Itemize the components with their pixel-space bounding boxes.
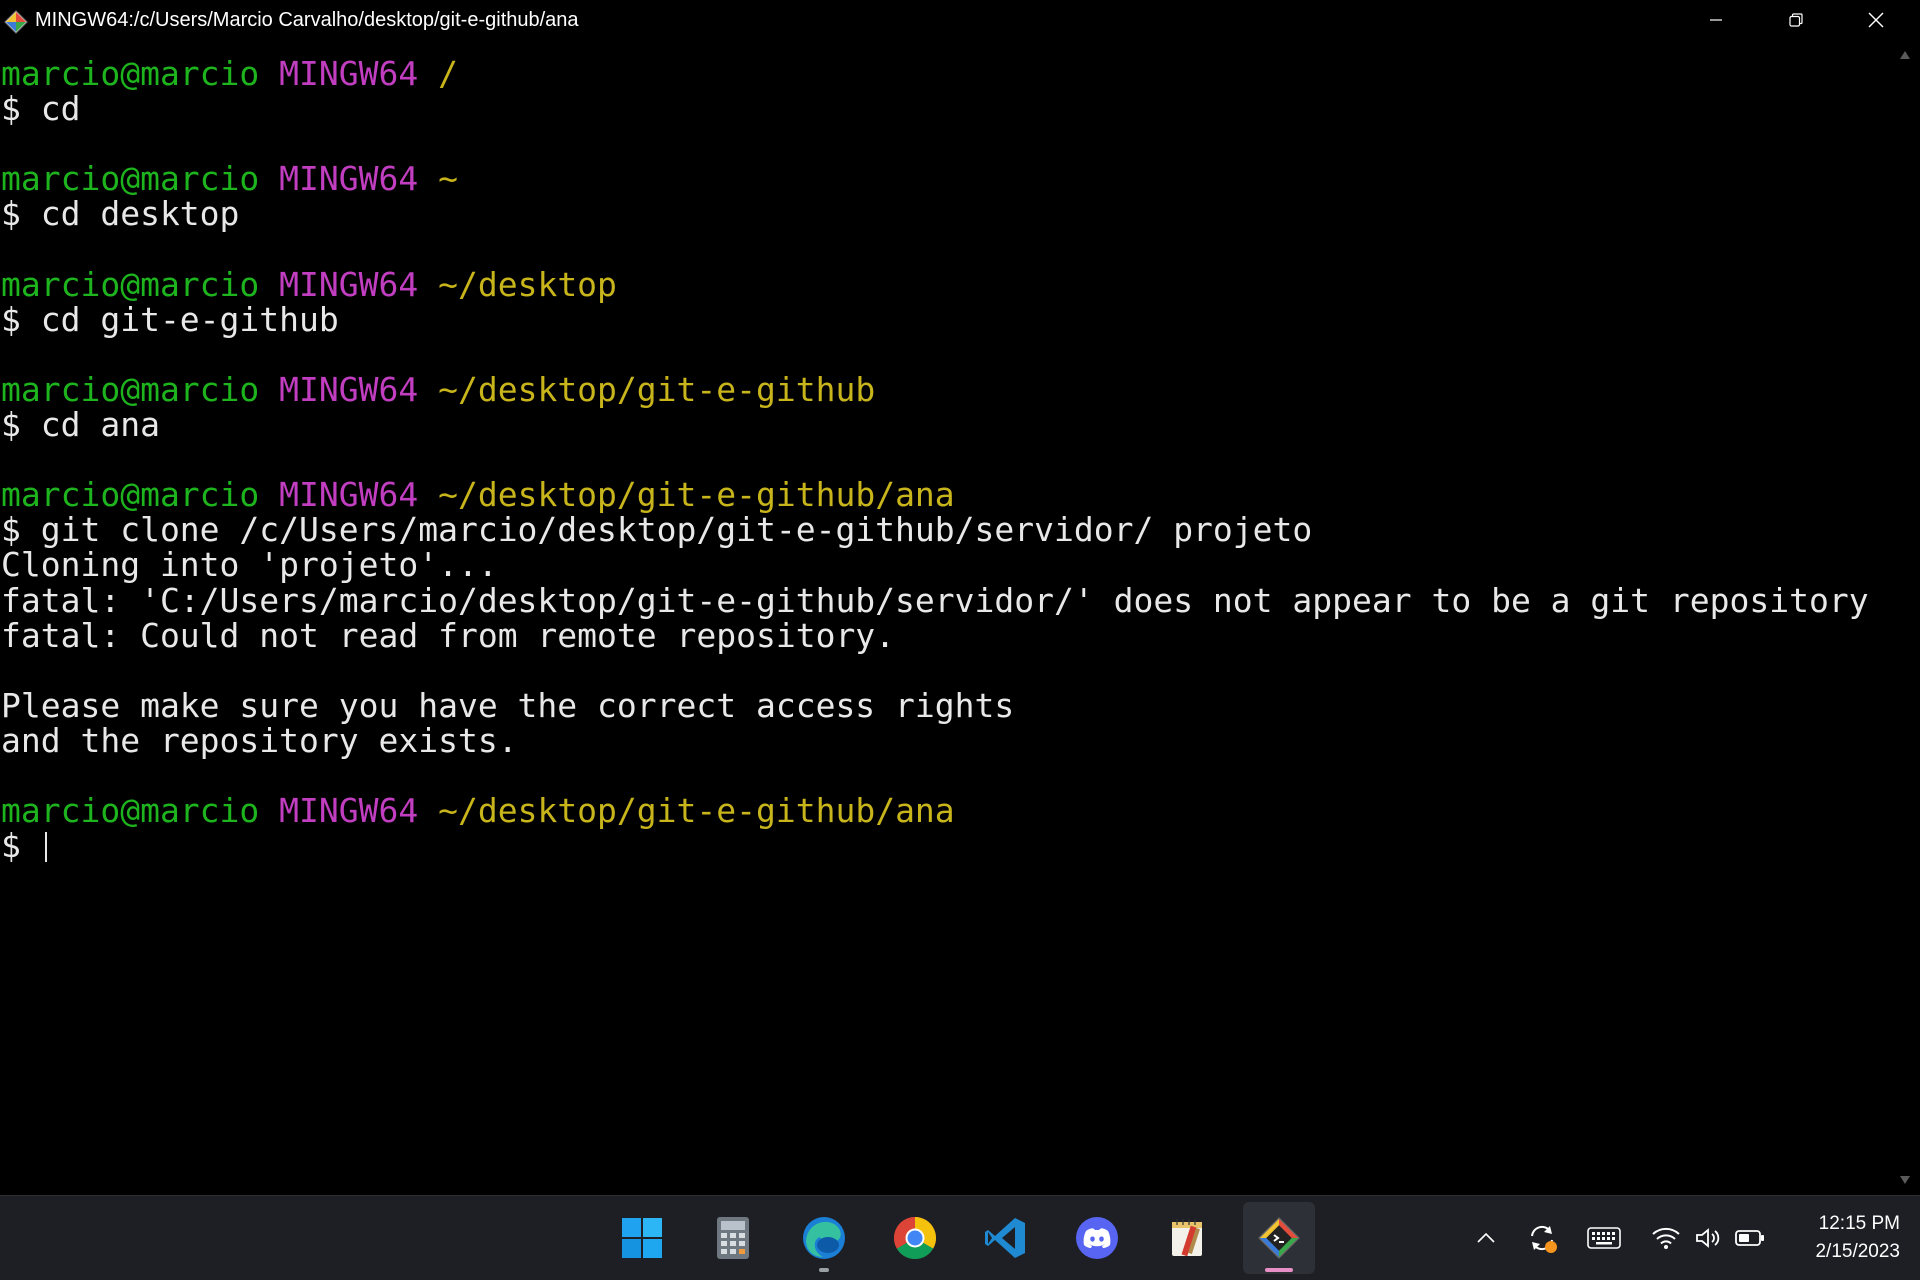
sync-icon [1531,1225,1557,1253]
output-line: Please make sure you have the correct ac… [1,688,1014,723]
prompt-host: MINGW64 [279,791,419,831]
line-text: $ cd ana [1,405,160,444]
prompt-user: marcio@marcio [1,369,260,409]
edge-app[interactable] [788,1202,860,1274]
restore-button[interactable] [1756,0,1836,40]
line-text: $ cd desktop [1,194,240,234]
taskbar: 12:15 PM 2/15/2023 [0,1195,1920,1280]
vscode-app[interactable] [970,1202,1042,1274]
prompt-path: ~/desktop/git-e-github/ana [438,791,955,831]
prompt-line: marcio@marcio MINGW64 ~ [1,161,458,196]
clock[interactable]: 12:15 PM 2/15/2023 [1780,1210,1900,1266]
windows-start-icon [622,1218,662,1258]
line-text: and the repository exists. [1,720,518,760]
output-line: $ cd desktop [1,196,239,231]
prompt-user: marcio@marcio [1,54,260,93]
prompt-line: marcio@marcio MINGW64 ~/desktop/git-e-gi… [1,477,955,512]
line-text: $ cd [1,89,81,129]
terminal-output[interactable]: marcio@marcio MINGW64 /$ cd marcio@marcio… [0,40,1890,1195]
edge-icon [803,1217,845,1259]
git-bash-app[interactable] [1243,1202,1315,1274]
discord-icon [1076,1217,1118,1259]
prompt-host: MINGW64 [279,475,419,515]
line-text: Cloning into 'projeto'... [1,545,498,585]
minimize-icon [1710,19,1722,21]
volume-tray-button[interactable] [1686,1216,1730,1260]
prompt-path: / [438,54,458,93]
wifi-icon [1652,1227,1680,1249]
battery-tray-button[interactable] [1728,1216,1772,1260]
prompt-path: ~/desktop [438,264,617,304]
scrollbar[interactable] [1890,40,1920,1195]
output-line: fatal: Could not read from remote reposi… [1,618,895,653]
prompt-line: marcio@marcio MINGW64 / [1,56,458,91]
minimize-button[interactable] [1676,0,1756,40]
chrome-icon [893,1217,937,1260]
prompt-host: MINGW64 [279,264,419,304]
output-line: Cloning into 'projeto'... [1,547,498,582]
prompt-path: ~ [438,159,458,199]
chrome-app[interactable] [879,1202,951,1274]
vscode-icon [985,1218,1025,1258]
command-input-line: $ [1,828,47,863]
clock-date: 2/15/2023 [1815,1241,1900,1262]
line-text: $ git clone /c/Users/marcio/desktop/git-… [1,510,1313,550]
output-line: and the repository exists. [1,723,518,758]
chevron-up-icon [1477,1232,1495,1243]
prompt-host: MINGW64 [279,54,419,93]
notes-app[interactable] [1152,1202,1224,1274]
running-indicator [819,1268,829,1272]
scroll-up-icon[interactable] [1899,50,1911,60]
restore-icon [1789,13,1803,27]
show-hidden-icons-button[interactable] [1464,1216,1508,1260]
battery-icon [1735,1230,1764,1246]
active-indicator [1265,1268,1293,1272]
git-bash-icon [3,9,29,35]
output-line: $ cd [1,91,80,126]
prompt-line: marcio@marcio MINGW64 ~/desktop/git-e-gi… [1,372,875,407]
git-bash-icon [1258,1217,1300,1259]
prompt-line: marcio@marcio MINGW64 ~/desktop/git-e-gi… [1,793,955,828]
text-cursor[interactable] [44,832,47,863]
close-icon [1868,12,1884,28]
wifi-tray-button[interactable] [1644,1216,1688,1260]
output-line: $ cd ana [1,407,160,442]
scroll-down-icon[interactable] [1899,1175,1911,1185]
calculator-icon [717,1217,749,1259]
prompt-path: ~/desktop/git-e-github/ana [438,475,955,515]
start-button[interactable] [606,1202,678,1274]
prompt-user: marcio@marcio [1,475,260,515]
output-line: $ cd git-e-github [1,302,339,337]
discord-app[interactable] [1061,1202,1133,1274]
volume-icon [1696,1228,1720,1248]
output-line: $ git clone /c/Users/marcio/desktop/git-… [1,512,1312,547]
prompt-host: MINGW64 [279,369,419,409]
keyboard-tray-button[interactable] [1582,1216,1626,1260]
prompt-path: ~/desktop/git-e-github [438,369,876,409]
prompt-line: marcio@marcio MINGW64 ~/desktop [1,267,617,302]
line-text: fatal: 'C:/Users/marcio/desktop/git-e-gi… [1,580,1869,620]
close-button[interactable] [1836,0,1916,40]
window-title: MINGW64:/c/Users/Marcio Carvalho/desktop… [35,9,579,31]
calculator-app[interactable] [697,1202,769,1274]
clock-time: 12:15 PM [1818,1213,1900,1234]
prompt-host: MINGW64 [279,159,419,199]
line-text: Please make sure you have the correct ac… [1,685,1015,725]
keyboard-icon [1587,1227,1621,1249]
prompt-user: marcio@marcio [1,264,260,304]
line-text: $ cd git-e-github [1,299,339,339]
line-text: $ [1,826,41,866]
sync-tray-button[interactable] [1520,1216,1564,1260]
title-bar[interactable]: MINGW64:/c/Users/Marcio Carvalho/desktop… [0,0,1920,40]
prompt-user: marcio@marcio [1,791,260,831]
output-line: fatal: 'C:/Users/marcio/desktop/git-e-gi… [1,583,1869,618]
line-text: fatal: Could not read from remote reposi… [1,615,896,655]
notebook-icon [1172,1219,1202,1257]
prompt-user: marcio@marcio [1,159,260,199]
